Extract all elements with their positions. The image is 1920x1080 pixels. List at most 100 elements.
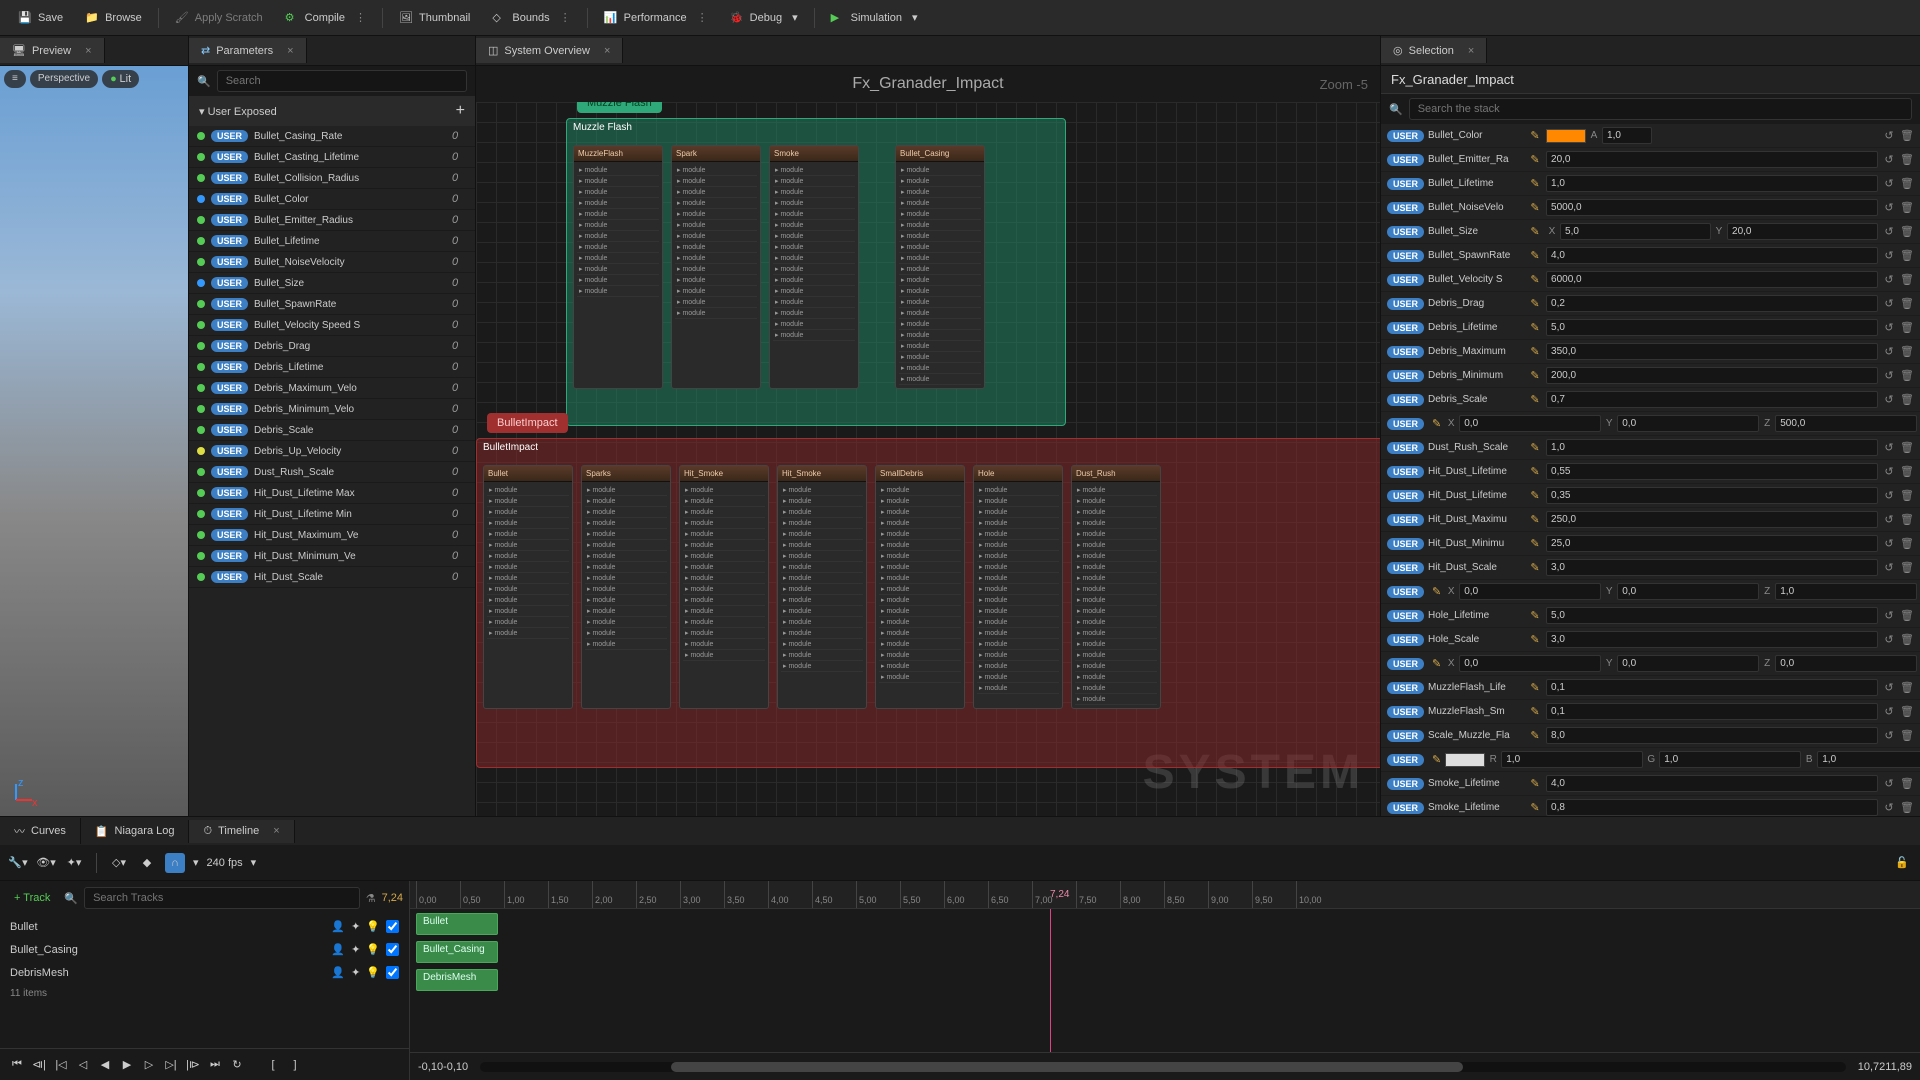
value-input[interactable]: [1546, 511, 1878, 528]
tracks-search-input[interactable]: [84, 887, 360, 909]
parameter-row[interactable]: USERBullet_SpawnRate0: [189, 294, 475, 315]
delete-icon[interactable]: 🗑: [1900, 537, 1914, 550]
value-input[interactable]: [1546, 463, 1878, 480]
reset-icon[interactable]: ↺: [1882, 297, 1896, 310]
tab-timeline[interactable]: ⏱Timeline×: [189, 820, 294, 843]
edit-icon[interactable]: ✎: [1528, 705, 1542, 718]
color-swatch[interactable]: [1445, 753, 1485, 767]
edit-icon[interactable]: ✎: [1528, 537, 1542, 550]
edit-icon[interactable]: ✎: [1528, 297, 1542, 310]
tool-wrench-button[interactable]: 🔧▾: [8, 853, 28, 873]
delete-icon[interactable]: 🗑: [1900, 201, 1914, 214]
track-row[interactable]: Bullet👤✦💡: [0, 915, 409, 938]
edit-icon[interactable]: ✎: [1528, 201, 1542, 214]
value-input[interactable]: [1546, 343, 1878, 360]
burst-icon[interactable]: ✦: [351, 943, 360, 956]
track-row[interactable]: DebrisMesh👤✦💡: [0, 961, 409, 984]
emitter-node[interactable]: Dust_Rush▸ module▸ module▸ module▸ modul…: [1071, 465, 1161, 709]
close-icon[interactable]: ×: [1468, 45, 1474, 57]
edit-icon[interactable]: ✎: [1528, 369, 1542, 382]
edit-icon[interactable]: ✎: [1528, 249, 1542, 262]
parameter-row[interactable]: USERDebris_Drag0: [189, 336, 475, 357]
spawn-icon[interactable]: 👤: [331, 920, 345, 933]
viewport-3d[interactable]: ≡ Perspective ● Lit zx: [0, 66, 188, 816]
delete-icon[interactable]: 🗑: [1900, 153, 1914, 166]
goto-start-button[interactable]: ⏮: [8, 1056, 26, 1074]
parameter-row[interactable]: USERBullet_Color0: [189, 189, 475, 210]
spawn-icon[interactable]: 👤: [331, 966, 345, 979]
burst-icon[interactable]: ✦: [351, 966, 360, 979]
parameter-row[interactable]: USERBullet_Velocity Speed S0: [189, 315, 475, 336]
x-input[interactable]: [1459, 655, 1601, 672]
parameter-row[interactable]: USERDebris_Up_Velocity0: [189, 441, 475, 462]
emitter-node[interactable]: SmallDebris▸ module▸ module▸ module▸ mod…: [875, 465, 965, 709]
delete-icon[interactable]: 🗑: [1900, 393, 1914, 406]
chevron-down-icon[interactable]: ▾: [193, 856, 199, 869]
delete-icon[interactable]: 🗑: [1900, 705, 1914, 718]
value-input[interactable]: [1546, 391, 1878, 408]
delete-icon[interactable]: 🗑: [1900, 225, 1914, 238]
reset-icon[interactable]: ↺: [1882, 369, 1896, 382]
value-input[interactable]: [1546, 607, 1878, 624]
section-user-exposed[interactable]: ▾ User Exposed +: [189, 96, 475, 126]
edit-icon[interactable]: ✎: [1528, 225, 1542, 238]
parameter-row[interactable]: USERBullet_NoiseVelocity0: [189, 252, 475, 273]
spawn-icon[interactable]: 👤: [331, 943, 345, 956]
range-end-button[interactable]: ]: [286, 1056, 304, 1074]
reset-icon[interactable]: ↺: [1882, 801, 1896, 814]
edit-icon[interactable]: ✎: [1528, 513, 1542, 526]
delete-icon[interactable]: 🗑: [1900, 729, 1914, 742]
close-icon[interactable]: ×: [273, 825, 279, 837]
reset-icon[interactable]: ↺: [1882, 705, 1896, 718]
edit-icon[interactable]: ✎: [1528, 321, 1542, 334]
parameter-row[interactable]: USERBullet_Size0: [189, 273, 475, 294]
selection-search-input[interactable]: [1409, 98, 1912, 120]
simulation-button[interactable]: ▶Simulation▾: [821, 7, 928, 29]
reset-icon[interactable]: ↺: [1882, 393, 1896, 406]
lit-button[interactable]: ● Lit: [102, 70, 139, 88]
visibility-icon[interactable]: 💡: [366, 920, 380, 933]
play-button[interactable]: ▶: [118, 1056, 136, 1074]
value-input[interactable]: [1546, 151, 1878, 168]
edit-icon[interactable]: ✎: [1432, 657, 1441, 670]
parameter-row[interactable]: USERDebris_Lifetime0: [189, 357, 475, 378]
value-input[interactable]: [1546, 271, 1878, 288]
apply-scratch-button[interactable]: 🖌Apply Scratch: [165, 7, 273, 29]
edit-icon[interactable]: ✎: [1528, 441, 1542, 454]
value-input[interactable]: [1546, 631, 1878, 648]
value-input[interactable]: [1546, 439, 1878, 456]
parameter-row[interactable]: USERHit_Dust_Minimum_Ve0: [189, 546, 475, 567]
parameter-row[interactable]: USERHit_Dust_Scale0: [189, 567, 475, 588]
close-icon[interactable]: ×: [85, 45, 91, 57]
delete-icon[interactable]: 🗑: [1900, 801, 1914, 814]
timeline-area[interactable]: 0,000,501,001,502,002,503,003,504,004,50…: [410, 881, 1920, 1080]
edit-icon[interactable]: ✎: [1528, 153, 1542, 166]
z-input[interactable]: [1775, 583, 1917, 600]
delete-icon[interactable]: 🗑: [1900, 369, 1914, 382]
value-input[interactable]: [1546, 559, 1878, 576]
edit-icon[interactable]: ✎: [1528, 609, 1542, 622]
visibility-icon[interactable]: 💡: [366, 943, 380, 956]
loop-button[interactable]: ↻: [228, 1056, 246, 1074]
value-input[interactable]: [1546, 703, 1878, 720]
emitter-node[interactable]: Spark▸ module▸ module▸ module▸ module▸ m…: [671, 145, 761, 389]
value-input[interactable]: [1546, 535, 1878, 552]
save-button[interactable]: 💾Save: [8, 7, 73, 29]
close-icon[interactable]: ×: [604, 45, 610, 57]
tool-fx-button[interactable]: ✦▾: [64, 853, 84, 873]
edit-icon[interactable]: ✎: [1528, 681, 1542, 694]
compile-button[interactable]: ⚙Compile⋮: [275, 7, 376, 29]
emitter-node[interactable]: Hit_Smoke▸ module▸ module▸ module▸ modul…: [679, 465, 769, 709]
timeline-clip[interactable]: Bullet: [416, 913, 498, 935]
group-muzzle-flash[interactable]: Muzzle Flash Muzzle Flash MuzzleFlash▸ m…: [566, 118, 1066, 426]
delete-icon[interactable]: 🗑: [1900, 489, 1914, 502]
z-input[interactable]: [1775, 415, 1917, 432]
step-fwd-frame-button[interactable]: |⧐: [184, 1056, 202, 1074]
filter-icon[interactable]: ⚗: [366, 892, 376, 905]
bounds-button[interactable]: ◇Bounds⋮: [482, 7, 580, 29]
delete-icon[interactable]: 🗑: [1900, 609, 1914, 622]
edit-icon[interactable]: ✎: [1528, 633, 1542, 646]
parameter-row[interactable]: USERHit_Dust_Lifetime Max0: [189, 483, 475, 504]
close-icon[interactable]: ×: [287, 45, 293, 57]
edit-icon[interactable]: ✎: [1528, 465, 1542, 478]
